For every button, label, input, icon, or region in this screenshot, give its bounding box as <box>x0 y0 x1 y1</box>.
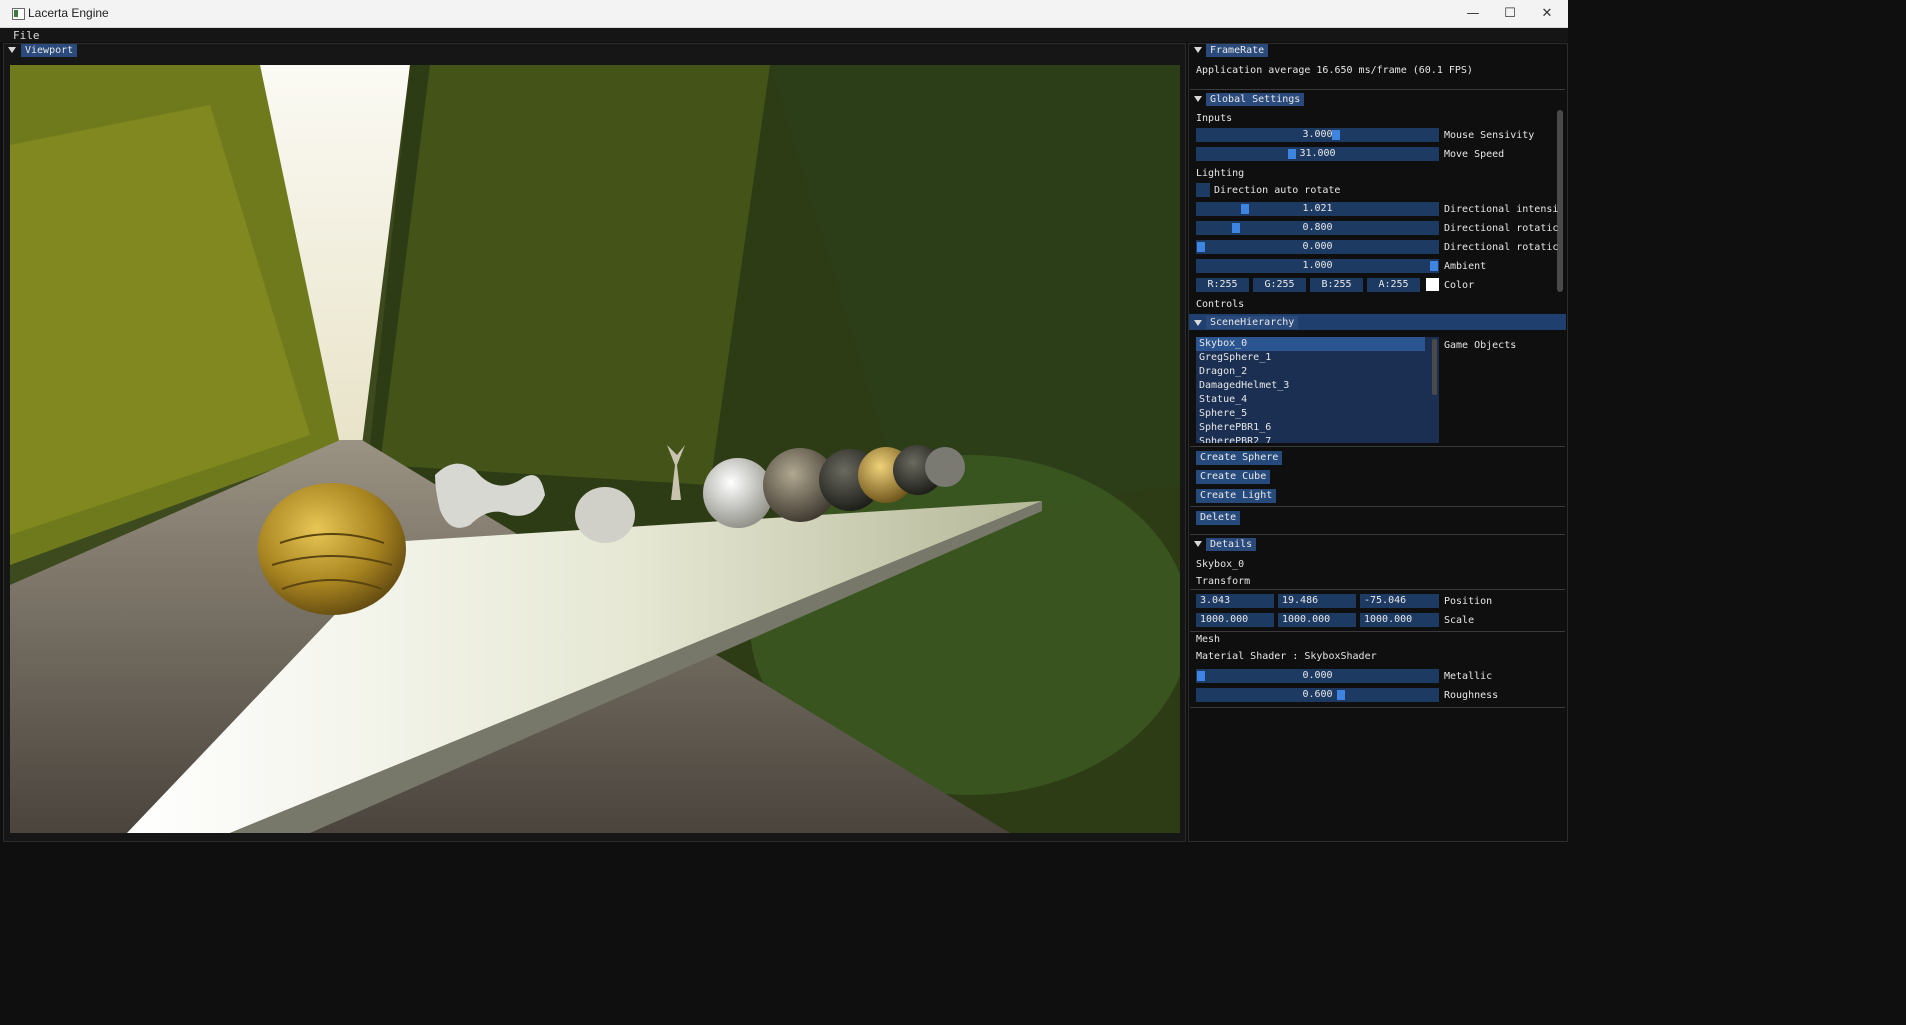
material-shader-text: Material Shader : SkyboxShader <box>1196 651 1377 662</box>
divider <box>1190 589 1565 590</box>
slider-value: 0.800 <box>1302 222 1333 233</box>
directional-rotation-slider-1[interactable]: 0.800 <box>1196 221 1439 235</box>
close-button[interactable]: ✕ <box>1524 0 1570 27</box>
create-sphere-button[interactable]: Create Sphere <box>1196 451 1283 465</box>
menu-bar <box>0 28 1568 42</box>
position-x-field[interactable]: 3.043 <box>1196 594 1274 608</box>
global-settings-scrollbar[interactable] <box>1557 110 1563 292</box>
metallic-slider[interactable]: 0.000 <box>1196 669 1439 683</box>
lighting-label: Lighting <box>1196 168 1245 179</box>
directional-rotation-slider-2[interactable]: 0.000 <box>1196 240 1439 254</box>
mesh-label: Mesh <box>1196 634 1221 645</box>
list-item[interactable]: Sphere_5 <box>1196 407 1439 421</box>
color-b-field[interactable]: B:255 <box>1310 278 1363 292</box>
divider <box>1190 506 1565 507</box>
scale-y-field[interactable]: 1000.000 <box>1278 613 1356 627</box>
slider-value: 31.000 <box>1299 148 1336 159</box>
list-item[interactable]: DamagedHelmet_3 <box>1196 379 1439 393</box>
list-scrollbar[interactable] <box>1432 339 1437 395</box>
scale-x-field[interactable]: 1000.000 <box>1196 613 1274 627</box>
color-label: Color <box>1444 280 1475 291</box>
position-y-field[interactable]: 19.486 <box>1278 594 1356 608</box>
window-title: Lacerta Engine <box>28 6 109 20</box>
viewport-canvas[interactable] <box>10 65 1180 833</box>
mouse-sensitivity-slider[interactable]: 3.000 <box>1196 128 1439 142</box>
auto-rotate-label: Direction auto rotate <box>1214 185 1341 196</box>
slider-value: 1.000 <box>1302 260 1333 271</box>
color-g-field[interactable]: G:255 <box>1253 278 1306 292</box>
color-a-field[interactable]: A:255 <box>1367 278 1420 292</box>
framerate-text: Application average 16.650 ms/frame (60.… <box>1196 65 1473 76</box>
inputs-label: Inputs <box>1196 113 1233 124</box>
collapse-arrow-icon[interactable] <box>1194 320 1202 326</box>
menu-file[interactable]: File <box>13 29 40 42</box>
controls-label: Controls <box>1196 299 1245 310</box>
divider <box>1190 707 1565 708</box>
metallic-label: Metallic <box>1444 671 1493 682</box>
slider-value: 0.000 <box>1302 241 1333 252</box>
list-item[interactable]: GregSphere_1 <box>1196 351 1439 365</box>
position-z-field[interactable]: -75.046 <box>1360 594 1439 608</box>
list-item[interactable]: SpherePBR1_6 <box>1196 421 1439 435</box>
framerate-tab[interactable]: FrameRate <box>1206 44 1269 57</box>
collapse-arrow-icon[interactable] <box>8 47 16 53</box>
global-settings-tab[interactable]: Global Settings <box>1206 93 1305 106</box>
roughness-label: Roughness <box>1444 690 1499 701</box>
viewport-tab[interactable]: Viewport <box>21 44 78 57</box>
create-light-button[interactable]: Create Light <box>1196 489 1277 503</box>
divider <box>1190 631 1565 632</box>
position-label: Position <box>1444 596 1493 607</box>
divider <box>1190 446 1565 447</box>
color-r-field[interactable]: R:255 <box>1196 278 1249 292</box>
roughness-slider[interactable]: 0.600 <box>1196 688 1439 702</box>
list-item[interactable]: Dragon_2 <box>1196 365 1439 379</box>
directional-rotation-label-2: Directional rotatic <box>1444 242 1559 253</box>
slider-value: 0.600 <box>1302 689 1333 700</box>
slider-value: 1.021 <box>1302 203 1333 214</box>
game-objects-label: Game Objects <box>1444 340 1517 351</box>
scale-label: Scale <box>1444 615 1475 626</box>
divider <box>1190 89 1565 90</box>
auto-rotate-checkbox[interactable] <box>1196 183 1210 197</box>
game-objects-list[interactable]: Skybox_0 GregSphere_1 Dragon_2 DamagedHe… <box>1196 337 1439 443</box>
collapse-arrow-icon[interactable] <box>1194 96 1202 102</box>
mouse-sensitivity-label: Mouse Sensivity <box>1444 130 1535 141</box>
collapse-arrow-icon[interactable] <box>1194 541 1202 547</box>
ambient-slider[interactable]: 1.000 <box>1196 259 1439 273</box>
create-cube-button[interactable]: Create Cube <box>1196 470 1271 484</box>
directional-rotation-label-1: Directional rotatic <box>1444 223 1559 234</box>
directional-intensity-label: Directional intensi <box>1444 204 1559 215</box>
object-name: Skybox_0 <box>1196 559 1245 570</box>
app-icon <box>12 8 25 20</box>
move-speed-slider[interactable]: 31.000 <box>1196 147 1439 161</box>
move-speed-label: Move Speed <box>1444 149 1505 160</box>
transform-label: Transform <box>1196 576 1251 587</box>
scene-hierarchy-tab[interactable]: SceneHierarchy <box>1206 316 1299 329</box>
directional-intensity-slider[interactable]: 1.021 <box>1196 202 1439 216</box>
title-bar <box>0 0 1568 28</box>
color-swatch[interactable] <box>1426 278 1439 291</box>
divider <box>1190 534 1565 535</box>
details-tab[interactable]: Details <box>1206 538 1257 551</box>
scale-z-field[interactable]: 1000.000 <box>1360 613 1439 627</box>
delete-button[interactable]: Delete <box>1196 511 1241 525</box>
list-item[interactable]: Statue_4 <box>1196 393 1439 407</box>
ambient-label: Ambient <box>1444 261 1487 272</box>
list-item[interactable]: SpherePBR2_7 <box>1196 435 1439 443</box>
slider-value: 3.000 <box>1302 129 1333 140</box>
collapse-arrow-icon[interactable] <box>1194 47 1202 53</box>
slider-value: 0.000 <box>1302 670 1333 681</box>
list-item[interactable]: Skybox_0 <box>1196 337 1425 351</box>
